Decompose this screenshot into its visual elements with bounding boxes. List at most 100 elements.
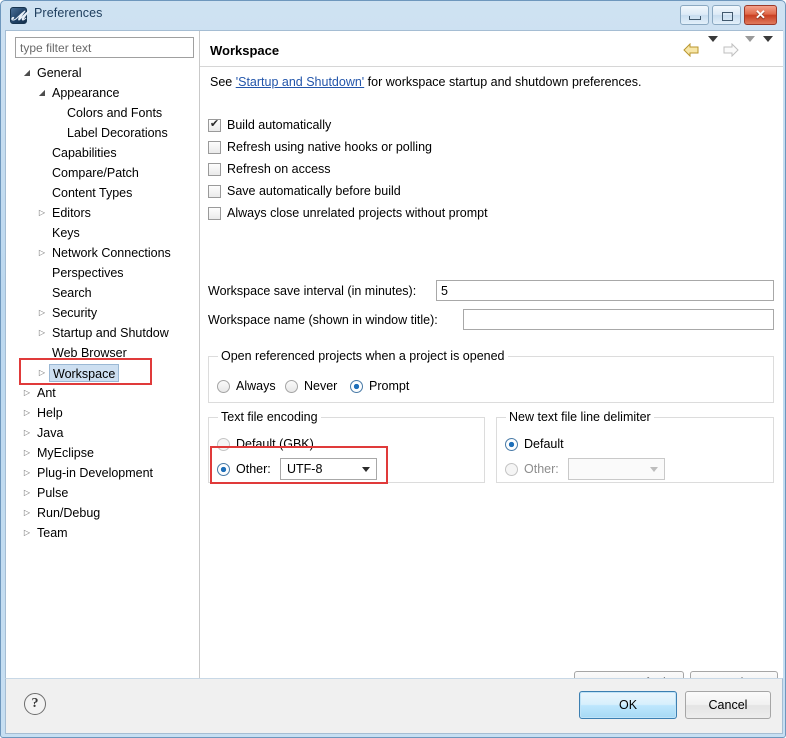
checkbox-indicator[interactable] <box>208 141 221 154</box>
tree-item-help[interactable]: ▷ Help <box>15 403 194 423</box>
checkbox-indicator[interactable] <box>208 116 221 132</box>
expand-arrow-closed-icon[interactable]: ▷ <box>36 243 48 263</box>
delimiter-default-indicator[interactable] <box>505 438 518 451</box>
tree-item-search[interactable]: Search <box>15 283 194 303</box>
expand-arrow-open-icon[interactable]: ◢ <box>36 83 48 103</box>
cancel-button[interactable]: Cancel <box>685 691 771 719</box>
line-delimiter-title: New text file line delimiter <box>506 410 654 424</box>
page-description: See 'Startup and Shutdown' for workspace… <box>210 75 641 89</box>
tree-item-general[interactable]: ◢ General <box>15 63 194 83</box>
tree-item-workspace[interactable]: ▷ Workspace <box>15 363 194 383</box>
tree-item-appearance[interactable]: ◢ Appearance <box>15 83 194 103</box>
delimiter-other-label: Other: <box>524 462 559 476</box>
text-file-encoding-group: Text file encoding Default (GBK) Other: … <box>208 410 485 483</box>
checkbox-indicator[interactable] <box>208 185 221 198</box>
startup-shutdown-link[interactable]: 'Startup and Shutdown' <box>236 75 364 89</box>
radio-prompt-indicator[interactable] <box>350 380 363 393</box>
expand-arrow-closed-icon[interactable]: ▷ <box>21 503 33 523</box>
save-interval-label: Workspace save interval (in minutes): <box>208 284 417 298</box>
delimiter-other-indicator[interactable] <box>505 463 518 476</box>
minimize-button[interactable] <box>680 5 709 25</box>
tree-item-label: Perspectives <box>52 266 124 280</box>
tree-item-keys[interactable]: Keys <box>15 223 194 243</box>
radio-always-indicator[interactable] <box>217 380 230 393</box>
line-delimiter-group: New text file line delimiter Default Oth… <box>496 410 774 483</box>
tree-item-label: Network Connections <box>52 246 171 260</box>
tree-item-plug-in-development[interactable]: ▷ Plug-in Development <box>15 463 194 483</box>
tree-item-capabilities[interactable]: Capabilities <box>15 143 194 163</box>
tree-item-editors[interactable]: ▷ Editors <box>15 203 194 223</box>
tree-item-perspectives[interactable]: Perspectives <box>15 263 194 283</box>
maximize-button[interactable] <box>712 5 741 25</box>
save-interval-input[interactable] <box>436 280 774 301</box>
expand-arrow-closed-icon[interactable]: ▷ <box>36 363 48 383</box>
back-arrow-icon[interactable] <box>682 42 699 57</box>
tree-item-label-decorations[interactable]: Label Decorations <box>15 123 194 143</box>
expand-arrow-closed-icon[interactable]: ▷ <box>21 463 33 483</box>
tree-item-pulse[interactable]: ▷ Pulse <box>15 483 194 503</box>
tree-item-label: Search <box>52 286 92 300</box>
checkbox-indicator[interactable] <box>208 163 221 176</box>
checkbox-indicator[interactable] <box>208 207 221 220</box>
checkbox-label: Refresh using native hooks or polling <box>227 140 432 154</box>
close-button[interactable]: ✕ <box>744 5 777 25</box>
workspace-preference-page: Workspace See 'Startup and Shutdown' for… <box>200 31 783 695</box>
tree-item-startup-and-shutdow[interactable]: ▷ Startup and Shutdow <box>15 323 194 343</box>
expand-arrow-closed-icon[interactable]: ▷ <box>21 403 33 423</box>
delimiter-default-label: Default <box>524 437 564 451</box>
workspace-name-input[interactable] <box>463 309 774 330</box>
expand-arrow-closed-icon[interactable]: ▷ <box>21 423 33 443</box>
tree-item-label: MyEclipse <box>37 446 94 460</box>
checkbox-label: Refresh on access <box>227 162 331 176</box>
tree-item-java[interactable]: ▷ Java <box>15 423 194 443</box>
preferences-tree[interactable]: ◢ General ◢ Appearance Colors and Fonts Label… <box>15 63 194 678</box>
expand-arrow-closed-icon[interactable]: ▷ <box>36 203 48 223</box>
tree-item-ant[interactable]: ▷ Ant <box>15 383 194 403</box>
tree-item-label: Startup and Shutdow <box>52 326 169 340</box>
view-menu-icon[interactable] <box>763 36 773 56</box>
tree-item-compare-patch[interactable]: Compare/Patch <box>15 163 194 183</box>
radio-never-indicator[interactable] <box>285 380 298 393</box>
tree-item-security[interactable]: ▷ Security <box>15 303 194 323</box>
tree-item-label: Editors <box>52 206 91 220</box>
referenced-projects-group: Open referenced projects when a project … <box>208 349 774 403</box>
preferences-icon: 𝓜 <box>10 7 27 24</box>
encoding-combo[interactable]: UTF-8 <box>280 458 377 480</box>
dialog-footer: ? OK Cancel <box>5 678 783 734</box>
tree-item-label: Run/Debug <box>37 506 101 520</box>
expand-arrow-closed-icon[interactable]: ▷ <box>36 323 48 343</box>
tree-item-label: Colors and Fonts <box>67 106 163 120</box>
tree-item-myeclipse[interactable]: ▷ MyEclipse <box>15 443 194 463</box>
dialog-client-area: ◢ General ◢ Appearance Colors and Fonts Label… <box>5 30 783 699</box>
ok-button[interactable]: OK <box>579 691 677 719</box>
encoding-other-label: Other: <box>236 462 271 476</box>
tree-item-label: Keys <box>52 226 80 240</box>
save-interval-row: Workspace save interval (in minutes): <box>208 280 774 302</box>
forward-arrow-icon <box>723 42 739 57</box>
chevron-down-icon[interactable] <box>362 467 370 472</box>
page-navigation <box>680 36 775 60</box>
description-suffix: for workspace startup and shutdown prefe… <box>364 75 642 89</box>
expand-arrow-closed-icon[interactable]: ▷ <box>21 523 33 543</box>
tree-item-run-debug[interactable]: ▷ Run/Debug <box>15 503 194 523</box>
tree-item-label: General <box>37 66 82 80</box>
tree-item-team[interactable]: ▷ Team <box>15 523 194 543</box>
filter-input[interactable] <box>15 37 194 58</box>
help-icon[interactable]: ? <box>24 693 46 715</box>
tree-item-content-types[interactable]: Content Types <box>15 183 194 203</box>
tree-item-web-browser[interactable]: Web Browser <box>15 343 194 363</box>
radio-never-label: Never <box>304 379 338 393</box>
tree-item-label: Appearance <box>52 86 120 100</box>
expand-arrow-closed-icon[interactable]: ▷ <box>21 483 33 503</box>
back-dropdown-icon[interactable] <box>708 36 718 56</box>
tree-item-network-connections[interactable]: ▷ Network Connections <box>15 243 194 263</box>
expand-arrow-closed-icon[interactable]: ▷ <box>21 443 33 463</box>
encoding-default-indicator[interactable] <box>217 438 230 451</box>
checkbox-label: Always close unrelated projects without … <box>227 206 488 220</box>
expand-arrow-closed-icon[interactable]: ▷ <box>21 383 33 403</box>
tree-item-label: Workspace <box>49 364 120 382</box>
encoding-other-indicator[interactable] <box>217 463 230 476</box>
tree-item-colors-and-fonts[interactable]: Colors and Fonts <box>15 103 194 123</box>
expand-arrow-closed-icon[interactable]: ▷ <box>36 303 48 323</box>
expand-arrow-open-icon[interactable]: ◢ <box>21 63 33 83</box>
